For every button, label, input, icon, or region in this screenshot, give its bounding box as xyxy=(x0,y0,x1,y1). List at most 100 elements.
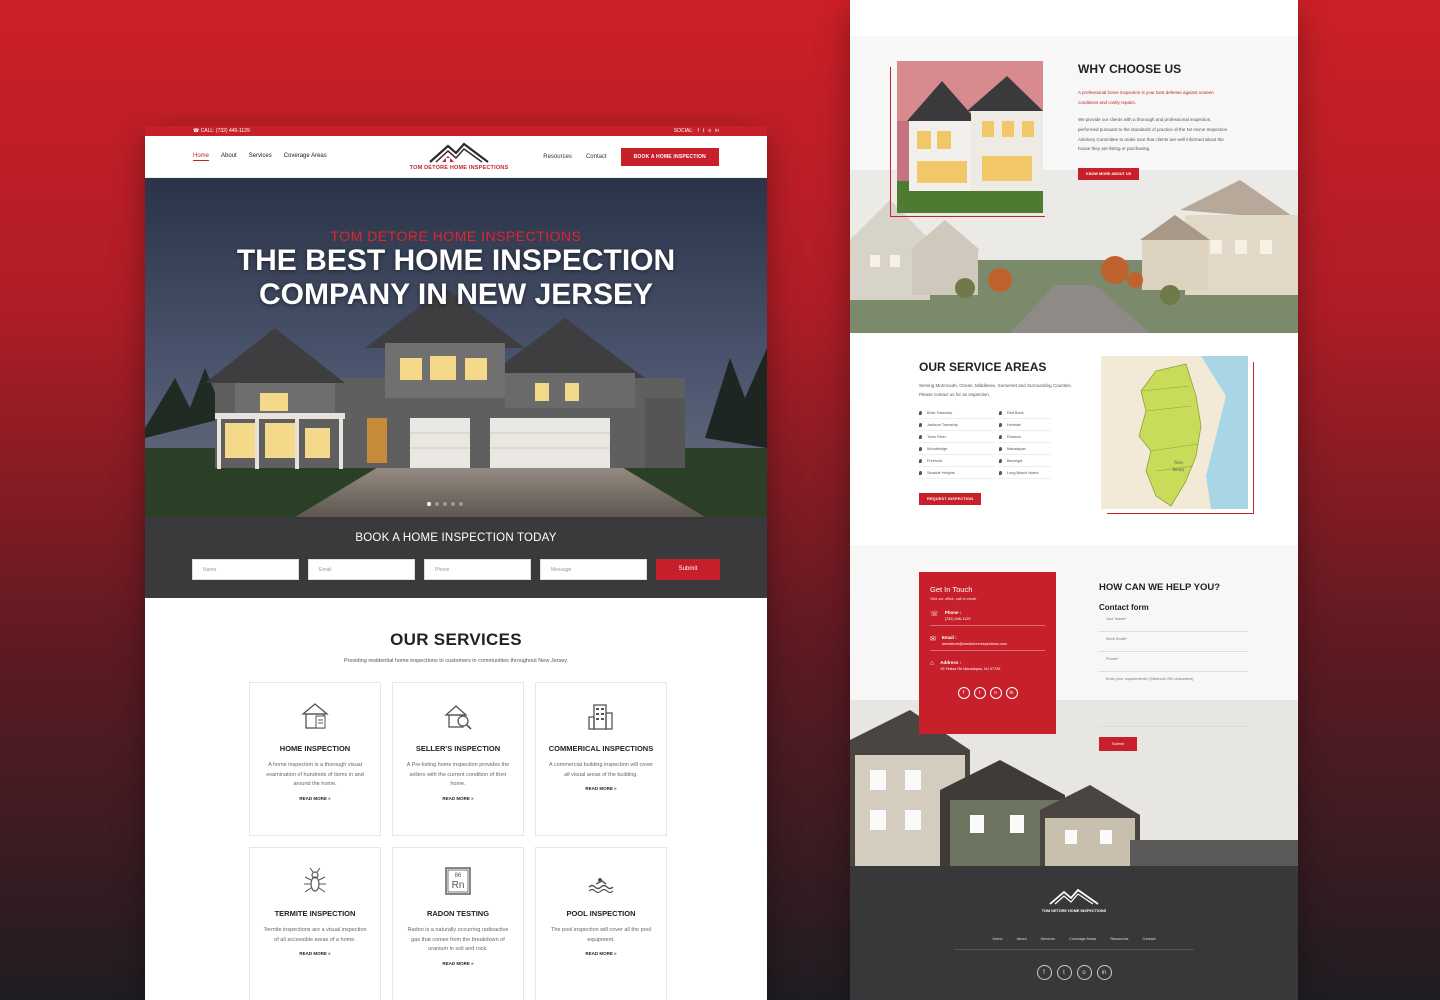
services-grid: HOME INSPECTION A home inspection is a t… xyxy=(249,682,667,1000)
home-inspection-icon xyxy=(301,703,329,729)
why-choose-us: WHY CHOOSE US A professional home inspec… xyxy=(1078,62,1233,181)
contact-phone[interactable]: ☏ Phone : (732) 446-1129 xyxy=(930,610,1045,626)
service-card[interactable]: TERMITE INSPECTION Termite inspections a… xyxy=(249,847,381,1000)
hero-eyebrow: TOM DETORE HOME INSPECTIONS xyxy=(330,228,582,244)
contact-email[interactable]: ✉ Email : tomdetore@tomdetoreinspections.… xyxy=(930,635,1045,651)
inner-pages-preview: WHY CHOOSE US A professional home inspec… xyxy=(850,0,1298,1000)
why-house-photo xyxy=(897,61,1043,213)
svg-text:86: 86 xyxy=(455,873,462,879)
get-in-touch-card: Get In Touch Visit our office, call or e… xyxy=(919,572,1056,734)
list-item: Woodbridge xyxy=(919,443,995,455)
slider-dots xyxy=(427,502,463,506)
radon-icon: 86Rn xyxy=(445,867,471,895)
twitter-icon[interactable]: t xyxy=(703,128,704,134)
slider-dot[interactable] xyxy=(451,502,455,506)
facebook-icon[interactable]: f xyxy=(698,128,699,134)
twitter-icon[interactable]: t xyxy=(973,687,986,699)
help-title: HOW CAN WE HELP YOU? xyxy=(1099,582,1221,593)
read-more-link[interactable]: READ MORE » xyxy=(250,951,380,956)
phone-icon: ☏ xyxy=(930,611,939,618)
email-icon: ✉ xyxy=(930,636,936,643)
list-item: Jackson Township xyxy=(919,419,995,431)
list-item: Freehold xyxy=(919,455,995,467)
site-logo[interactable]: TOM DETORE HOME INSPECTIONS xyxy=(401,140,517,171)
service-card[interactable]: SELLER'S INSPECTION A Pre-listing home i… xyxy=(392,682,524,836)
footer-divider xyxy=(954,949,1194,950)
slider-dot[interactable] xyxy=(435,502,439,506)
footer-link[interactable]: Coverage Areas xyxy=(1069,937,1096,941)
request-inspection-button[interactable]: REQUEST INSPECTION xyxy=(919,493,982,505)
booking-title: BOOK A HOME INSPECTION TODAY xyxy=(355,532,557,544)
requirements-field[interactable]: Enter your requirements* (Minimum 250 ch… xyxy=(1099,672,1248,727)
service-card[interactable]: COMMERICAL INSPECTIONS A commercial buil… xyxy=(535,682,667,836)
pool-icon xyxy=(588,878,614,894)
roof-logo-icon xyxy=(429,142,489,163)
instagram-icon[interactable]: o xyxy=(1076,965,1092,980)
location-icon: ⌂ xyxy=(930,660,935,667)
list-item: Brick Township xyxy=(919,407,995,419)
footer-link[interactable]: Services xyxy=(1041,937,1056,941)
twitter-icon[interactable]: t xyxy=(1056,965,1072,980)
svg-text:New: New xyxy=(1174,461,1184,466)
facebook-icon[interactable]: f xyxy=(957,687,970,699)
areas-title: OUR SERVICE AREAS xyxy=(919,360,1047,374)
know-more-button[interactable]: KNOW MORE ABOUT US xyxy=(1078,168,1140,181)
nav-services[interactable]: Services xyxy=(249,153,272,161)
footer-socials: f t o in xyxy=(850,965,1298,980)
slider-dot[interactable] xyxy=(427,502,431,506)
footer-link[interactable]: Resources xyxy=(1110,937,1128,941)
phone-input[interactable]: Phone xyxy=(424,559,531,580)
your-name-field[interactable]: Your Name* xyxy=(1099,612,1248,632)
service-card[interactable]: HOME INSPECTION A home inspection is a t… xyxy=(249,682,381,836)
read-more-link[interactable]: READ MORE » xyxy=(536,951,666,956)
slider-dot[interactable] xyxy=(459,502,463,506)
nj-map: New Jersey xyxy=(1101,356,1248,509)
read-more-link[interactable]: READ MORE » xyxy=(536,786,666,791)
footer-link[interactable]: Home xyxy=(992,937,1002,941)
phone-link[interactable]: ☎ CALL: (732) 446-1129 xyxy=(193,128,250,134)
linkedin-icon[interactable]: in xyxy=(1005,687,1018,699)
nav-about[interactable]: About xyxy=(221,153,237,161)
phone-field[interactable]: Phone* xyxy=(1099,652,1248,672)
name-input[interactable]: Name xyxy=(192,559,299,580)
work-email-field[interactable]: Work Email* xyxy=(1099,632,1248,652)
footer-link[interactable]: About xyxy=(1017,937,1027,941)
nav-home[interactable]: Home xyxy=(193,153,210,161)
read-more-link[interactable]: READ MORE » xyxy=(250,796,380,801)
submit-button[interactable]: Submit xyxy=(656,559,720,580)
booking-bar: BOOK A HOME INSPECTION TODAY Name Email … xyxy=(145,517,767,598)
footer-link[interactable]: Contact xyxy=(1142,937,1155,941)
footer-nav: Home About Services Coverage Areas Resou… xyxy=(850,937,1298,941)
form-title: Contact form xyxy=(1099,603,1149,612)
git-title: Get In Touch xyxy=(930,585,973,594)
read-more-link[interactable]: READ MORE » xyxy=(393,796,523,801)
linkedin-icon[interactable]: in xyxy=(715,128,719,134)
nav-resources[interactable]: Resources xyxy=(543,154,572,160)
service-card[interactable]: 86 Rn RADON TESTING Radon is a naturally … xyxy=(392,847,524,1000)
book-inspection-button[interactable]: BOOK A HOME INSPECTION xyxy=(620,147,719,166)
svg-text:Rn: Rn xyxy=(452,880,465,891)
contact-address[interactable]: ⌂ Address :15 Yellow Rd Manalapan, NJ 07… xyxy=(930,660,1045,675)
form-submit-button[interactable]: Submit xyxy=(1099,737,1137,751)
email-input[interactable]: Email xyxy=(308,559,415,580)
hero-title: THE BEST HOME INSPECTION COMPANY IN NEW … xyxy=(236,244,676,311)
list-item: Holmdel xyxy=(999,419,1051,431)
service-card[interactable]: POOL INSPECTION The pool inspection will… xyxy=(535,847,667,1000)
list-item: Toms River xyxy=(919,431,995,443)
footer-logo-icon[interactable] xyxy=(1046,888,1102,906)
nav-coverage-areas[interactable]: Coverage Areas xyxy=(284,153,327,161)
svg-text:Jersey: Jersey xyxy=(1172,468,1185,473)
linkedin-icon[interactable]: in xyxy=(1096,965,1112,980)
header-strip xyxy=(850,0,1298,36)
message-input[interactable]: Message xyxy=(540,559,647,580)
nav-contact[interactable]: Contact xyxy=(586,154,607,160)
facebook-icon[interactable]: f xyxy=(1036,965,1052,980)
read-more-link[interactable]: READ MORE » xyxy=(393,961,523,966)
instagram-icon[interactable]: o xyxy=(708,128,711,134)
services-title: OUR SERVICES xyxy=(390,630,522,649)
list-item: Barnegat xyxy=(999,455,1051,467)
main-nav: Home About Services Coverage Areas TOM D… xyxy=(145,136,767,178)
slider-dot[interactable] xyxy=(443,502,447,506)
instagram-icon[interactable]: o xyxy=(989,687,1002,699)
logo-text: TOM DETORE HOME INSPECTIONS xyxy=(409,165,509,171)
